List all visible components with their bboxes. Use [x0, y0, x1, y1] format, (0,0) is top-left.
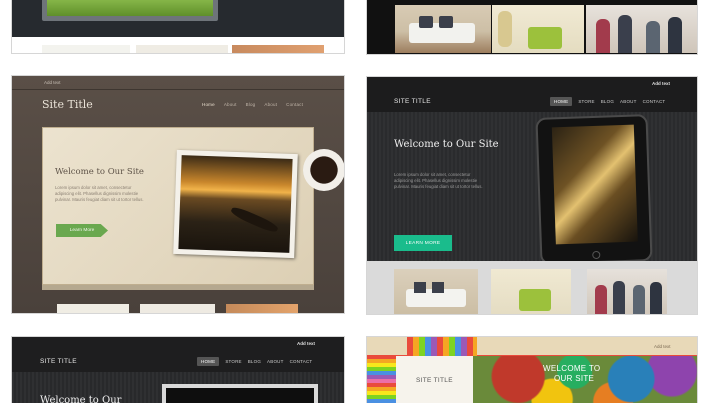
nav-about[interactable]: ABOUT: [267, 359, 284, 364]
nav-store[interactable]: STORE: [225, 359, 241, 364]
hero-heading-line2: OUR SITE: [554, 374, 595, 383]
site-title[interactable]: SITE TITLE: [416, 377, 453, 384]
nav-store[interactable]: STORE: [578, 99, 594, 104]
template-gallery: Add text Site Title Home About Blog Abou…: [0, 0, 701, 403]
brown-thumb-3: [226, 304, 298, 313]
office-people-photo: [587, 269, 667, 314]
hero-body: Lorem ipsum dolor sit amet, consectetur …: [394, 172, 483, 189]
top-left-thumb-3: [232, 45, 324, 53]
living-room-photo: [395, 5, 491, 53]
hero-body: Lorem ipsum dolor sit amet, consectetur …: [55, 185, 144, 202]
nav-contact[interactable]: CONTACT: [643, 99, 666, 104]
nav-blog[interactable]: BLOG: [601, 99, 614, 104]
framed-device: [162, 384, 318, 403]
site-title[interactable]: SITE TITLE: [394, 98, 431, 105]
hero-heading-line1: Welcome to Our Site: [394, 139, 499, 150]
top-link[interactable]: Add text: [297, 341, 315, 346]
hero-heading: Welcome to Our Site: [55, 167, 144, 177]
nav-blog[interactable]: BLOG: [248, 359, 261, 364]
office-people-photo: [586, 5, 697, 53]
pencil-tips-top: [407, 337, 477, 357]
sunset-lake-photo: [173, 149, 298, 259]
learn-more-button[interactable]: LEARN MORE: [394, 235, 452, 251]
site-title[interactable]: Site Title: [42, 98, 93, 111]
top-link[interactable]: Add text: [44, 80, 61, 85]
tablet-device: [535, 114, 653, 265]
coffee-cup: [303, 149, 344, 191]
site-title[interactable]: SITE TITLE: [40, 358, 77, 365]
living-room-photo: [394, 269, 478, 314]
template-card-dark-tablet[interactable]: Add text SITE TITLE HOME STORE BLOG ABOU…: [366, 76, 698, 315]
template-card-dark-bottom[interactable]: Add text SITE TITLE HOME STORE BLOG ABOU…: [11, 336, 345, 403]
brown-thumb-1: [57, 304, 129, 313]
nav-home[interactable]: Home: [202, 102, 215, 107]
brown-thumb-2: [140, 304, 215, 313]
hero-heading-line1: WELCOME TO: [543, 364, 601, 373]
green-chair-photo: [491, 269, 571, 314]
learn-more-button[interactable]: Learn More: [56, 224, 108, 237]
top-left-thumb-2: [136, 45, 228, 53]
main-nav: HOME STORE BLOG ABOUT CONTACT: [197, 357, 312, 366]
nav-home[interactable]: HOME: [550, 97, 573, 106]
nav-contact[interactable]: CONTACT: [290, 359, 313, 364]
main-nav: HOME STORE BLOG ABOUT CONTACT: [550, 97, 665, 106]
top-left-framed-grass-image: [42, 0, 218, 21]
nav-contact[interactable]: Contact: [286, 102, 303, 107]
top-link[interactable]: Add text: [652, 81, 670, 86]
green-chair-photo: [492, 5, 584, 53]
template-card-top-right[interactable]: [366, 0, 698, 55]
nav-about[interactable]: ABOUT: [620, 99, 637, 104]
top-left-thumb-1: [42, 45, 130, 53]
nav-home[interactable]: HOME: [197, 357, 220, 366]
template-card-brown-vintage[interactable]: Add text Site Title Home About Blog Abou…: [11, 75, 345, 314]
template-card-colorful-pencils[interactable]: Add text SITE TITLE WELCOME TO OUR SITE: [366, 336, 698, 403]
nav-about-2[interactable]: About: [264, 102, 277, 107]
nav-about[interactable]: About: [224, 102, 237, 107]
main-nav: Home About Blog About Contact: [202, 102, 303, 107]
top-link[interactable]: Add text: [654, 344, 671, 349]
nav-blog[interactable]: Blog: [246, 102, 256, 107]
hero-heading: Welcome to Our: [40, 395, 122, 403]
template-card-top-left[interactable]: [11, 0, 345, 54]
